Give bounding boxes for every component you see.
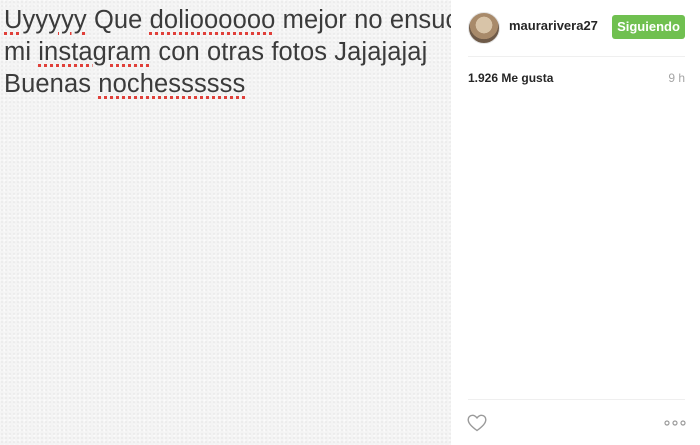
- likes-count[interactable]: 1.926 Me gusta: [468, 71, 553, 85]
- post-sidebar: maurarivera27 Siguiendo 1.926 Me gusta 9…: [451, 0, 700, 445]
- username-link[interactable]: maurarivera27: [509, 18, 598, 33]
- post-text-line: Buenas nochessssss: [4, 68, 449, 100]
- post-text-line: mi instagram con otras fotos Jajajajaj: [4, 36, 449, 68]
- post-time[interactable]: 9 h: [668, 71, 685, 85]
- post-text: Uyyyyy Que dolioooooo mejor no ensuciomi…: [4, 4, 451, 100]
- misspelled-word: dolioooooo: [149, 6, 276, 34]
- text-segment: Que: [86, 6, 150, 34]
- avatar[interactable]: [468, 12, 500, 44]
- heart-outline-icon[interactable]: [467, 414, 487, 432]
- text-segment: mejor no ensucio: [282, 6, 451, 34]
- post-header: maurarivera27 Siguiendo: [451, 0, 700, 56]
- following-button[interactable]: Siguiendo: [612, 15, 685, 39]
- misspelled-word: instagram: [38, 38, 152, 66]
- text-segment: con otras fotos Jajajajaj: [151, 38, 428, 66]
- misspelled-word: Uyyyyy: [4, 6, 87, 34]
- more-options-icon[interactable]: [664, 414, 686, 432]
- text-segment: mi: [4, 38, 39, 66]
- misspelled-word: nochessssss: [98, 70, 246, 98]
- post-text-line: Uyyyyy Que dolioooooo mejor no ensucio: [4, 4, 451, 36]
- text-segment: Buenas: [4, 70, 99, 98]
- actions-divider: [468, 399, 685, 400]
- header-divider: [468, 56, 685, 57]
- post-image: Uyyyyy Que dolioooooo mejor no ensuciomi…: [0, 0, 451, 445]
